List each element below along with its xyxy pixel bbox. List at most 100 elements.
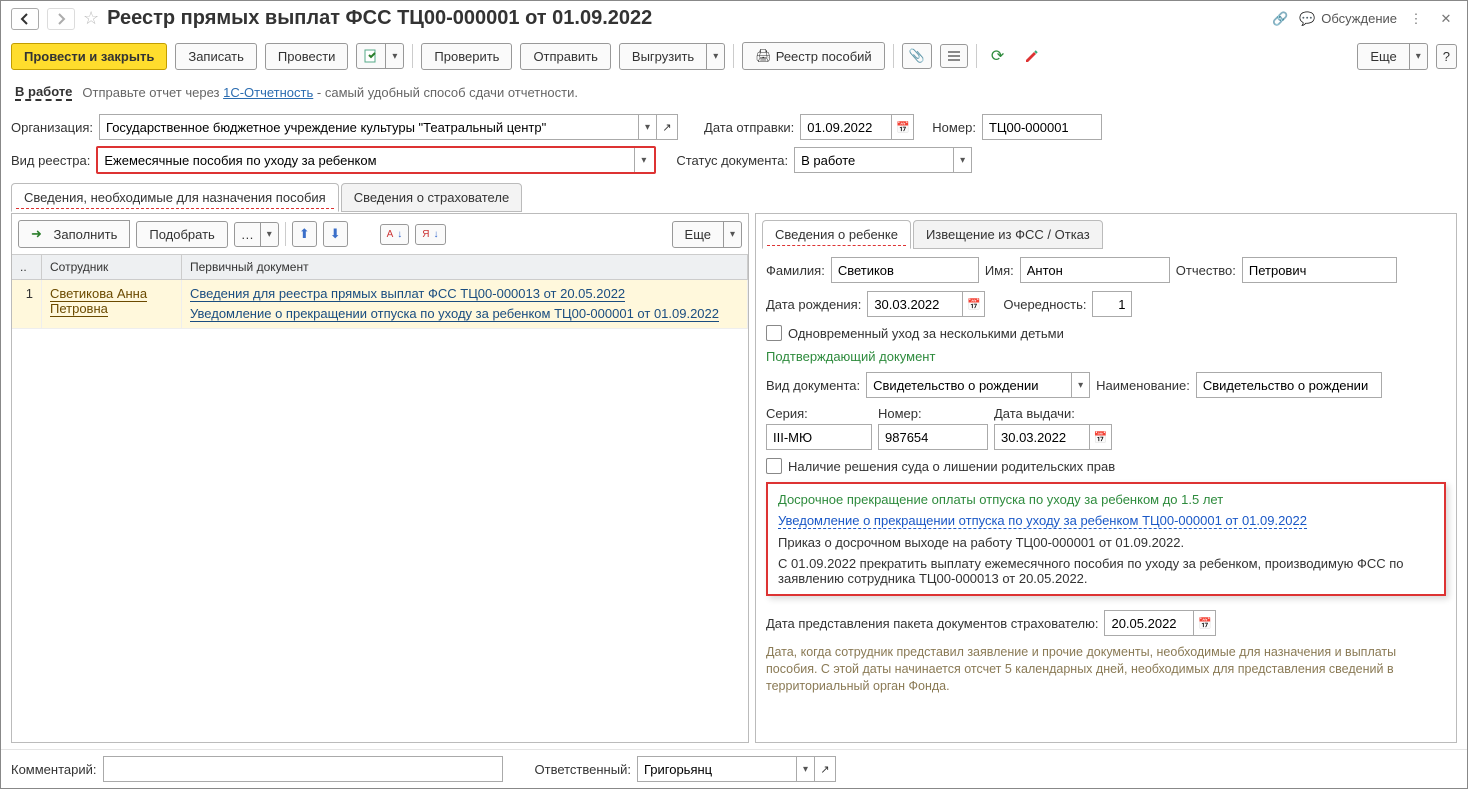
early-termination-box: Досрочное прекращение оплаты отпуска по … <box>766 482 1446 596</box>
patr-input[interactable] <box>1242 257 1397 283</box>
status-link[interactable]: В работе <box>15 84 72 101</box>
doc-status-input[interactable] <box>794 147 954 173</box>
order-input[interactable] <box>1092 291 1132 317</box>
send-date-label: Дата отправки: <box>704 120 794 135</box>
chevron-down-icon[interactable]: ▾ <box>634 148 652 172</box>
dob-input[interactable] <box>867 291 963 317</box>
refresh-button[interactable]: ⟳ <box>985 42 1010 70</box>
dots-menu[interactable]: … ▾ <box>234 222 279 247</box>
responsible-input[interactable] <box>637 756 797 782</box>
fill-label: Заполнить <box>54 227 118 242</box>
send-button[interactable]: Отправить <box>520 43 610 70</box>
move-up-button[interactable]: ⬆ <box>292 221 317 247</box>
status-note-link[interactable]: 1С-Отчетность <box>223 85 313 100</box>
save-button[interactable]: Записать <box>175 43 257 70</box>
pkg-note: Дата, когда сотрудник представил заявлен… <box>766 644 1446 695</box>
order-label: Очередность: <box>1003 297 1086 312</box>
left-more-button[interactable]: Еще <box>672 221 724 248</box>
post-button[interactable]: Провести <box>265 43 349 70</box>
tab-assign-info[interactable]: Сведения, необходимые для назначения пос… <box>11 183 339 212</box>
calendar-icon[interactable]: 📅 <box>892 114 914 140</box>
discussion-button[interactable]: 💬 Обсуждение <box>1299 11 1397 27</box>
th-num[interactable]: .. <box>12 255 42 279</box>
pkg-date-input[interactable] <box>1104 610 1194 636</box>
chevron-down-icon[interactable]: ▾ <box>639 114 657 140</box>
cell-docs: Сведения для реестра прямых выплат ФСС Т… <box>182 280 748 328</box>
name-input[interactable] <box>1020 257 1170 283</box>
child-form: Фамилия: Имя: Отчество: Дата рождения: 📅… <box>756 249 1456 703</box>
cell-employee: Светикова Анна Петровна <box>42 280 182 328</box>
tab-child-info[interactable]: Сведения о ребенке <box>762 220 911 249</box>
fill-button[interactable]: ➜ Заполнить <box>18 220 130 248</box>
calendar-icon[interactable]: 📅 <box>1194 610 1216 636</box>
chevron-down-icon[interactable]: ▾ <box>261 222 279 247</box>
tab-fss-notice[interactable]: Извещение из ФСС / Отказ <box>913 220 1103 249</box>
print-icon: 🖨 <box>755 48 772 64</box>
doc-link-2[interactable]: Уведомление о прекращении отпуска по ухо… <box>190 306 719 322</box>
chevron-down-icon[interactable]: ▾ <box>1410 43 1428 70</box>
close-icon[interactable]: ✕ <box>1435 8 1457 30</box>
post-close-button[interactable]: Провести и закрыть <box>11 43 167 70</box>
registry-type-input[interactable] <box>98 148 634 172</box>
table-row[interactable]: 1 Светикова Анна Петровна Сведения для р… <box>12 280 748 329</box>
back-button[interactable] <box>11 8 39 30</box>
chevron-down-icon[interactable]: ▾ <box>1072 372 1090 398</box>
doc-link-1[interactable]: Сведения для реестра прямых выплат ФСС Т… <box>190 286 625 302</box>
chevron-down-icon[interactable]: ▾ <box>707 43 725 70</box>
employee-link[interactable]: Светикова Анна Петровна <box>50 286 147 317</box>
chevron-down-icon[interactable]: ▾ <box>724 221 742 248</box>
kebab-icon[interactable]: ⋮ <box>1405 8 1427 30</box>
ser-input[interactable] <box>766 424 872 450</box>
open-icon[interactable]: ↗ <box>656 114 678 140</box>
export-menu[interactable]: Выгрузить ▾ <box>619 43 725 70</box>
number-label: Номер: <box>932 120 976 135</box>
status-row: В работе Отправьте отчет через 1С-Отчетн… <box>1 80 1467 111</box>
open-icon[interactable]: ↗ <box>814 756 836 782</box>
redbox-link[interactable]: Уведомление о прекращении отпуска по ухо… <box>778 513 1307 529</box>
issue-input[interactable] <box>994 424 1090 450</box>
fill-menu[interactable]: ➜ Заполнить <box>18 220 130 248</box>
fam-input[interactable] <box>831 257 979 283</box>
mark-menu[interactable]: ▾ <box>356 43 404 69</box>
right-tabs: Сведения о ребенке Извещение из ФСС / От… <box>756 214 1456 249</box>
star-icon[interactable]: ☆ <box>83 8 99 29</box>
deprive-checkbox[interactable] <box>766 458 782 474</box>
th-document[interactable]: Первичный документ <box>182 255 748 279</box>
mark-icon[interactable] <box>356 43 386 69</box>
doc-type-input[interactable] <box>866 372 1072 398</box>
calendar-icon[interactable]: 📅 <box>963 291 985 317</box>
comment-input[interactable] <box>103 756 503 782</box>
list-button[interactable] <box>940 44 968 68</box>
redbox-title: Досрочное прекращение оплаты отпуска по … <box>778 492 1434 507</box>
link-icon[interactable]: 🔗 <box>1269 8 1291 30</box>
attach-button[interactable]: 📎 <box>902 43 932 69</box>
sort-za-button[interactable]: Я↓ <box>415 224 445 245</box>
num-input[interactable] <box>878 424 988 450</box>
chevron-down-icon[interactable]: ▾ <box>797 756 815 782</box>
number-input[interactable] <box>982 114 1102 140</box>
pick-button[interactable]: Подобрать <box>136 221 227 248</box>
move-down-button[interactable]: ⬇ <box>323 221 348 247</box>
check-button[interactable]: Проверить <box>421 43 512 70</box>
left-more-menu[interactable]: Еще ▾ <box>672 221 742 248</box>
row-org: Организация: ▾ ↗ Дата отправки: 📅 Номер: <box>1 111 1467 143</box>
export-button[interactable]: Выгрузить <box>619 43 707 70</box>
help-button[interactable]: ? <box>1436 44 1457 69</box>
edit-button[interactable] <box>1018 44 1046 68</box>
th-employee[interactable]: Сотрудник <box>42 255 182 279</box>
chevron-down-icon[interactable]: ▾ <box>954 147 972 173</box>
org-input[interactable] <box>99 114 639 140</box>
tab-insurer-info[interactable]: Сведения о страхователе <box>341 183 522 212</box>
more-button[interactable]: Еще <box>1357 43 1409 70</box>
simul-checkbox[interactable] <box>766 325 782 341</box>
doc-type-label: Вид документа: <box>766 378 860 393</box>
sort-az-button[interactable]: А↓ <box>380 224 410 245</box>
send-date-input[interactable] <box>800 114 892 140</box>
registry-benefits-button[interactable]: 🖨 Реестр пособий <box>742 42 885 70</box>
doc-name-input[interactable] <box>1196 372 1382 398</box>
calendar-icon[interactable]: 📅 <box>1090 424 1112 450</box>
dots-button[interactable]: … <box>234 222 261 247</box>
more-menu[interactable]: Еще ▾ <box>1357 43 1427 70</box>
forward-button[interactable] <box>47 8 75 30</box>
chevron-down-icon[interactable]: ▾ <box>386 43 404 69</box>
